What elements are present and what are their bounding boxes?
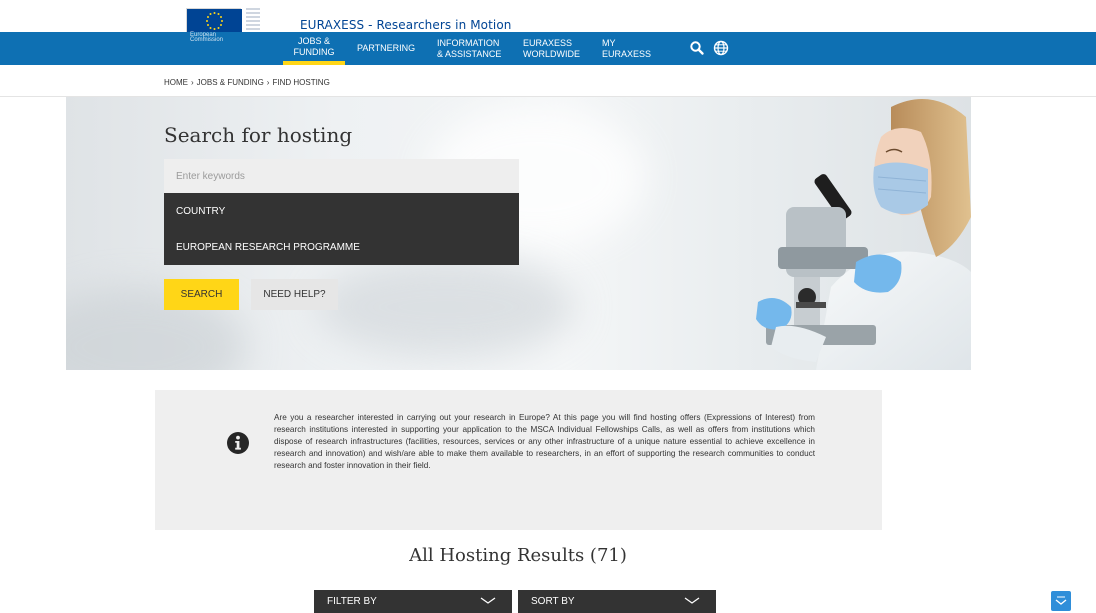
research-programme-select[interactable]: EUROPEAN RESEARCH PROGRAMME bbox=[164, 229, 519, 265]
logo-stripes bbox=[246, 8, 260, 32]
research-programme-select-label: EUROPEAN RESEARCH PROGRAMME bbox=[176, 241, 360, 253]
hero-bg-blob bbox=[316, 257, 576, 357]
breadcrumb: HOME › JOBS & FUNDING › FIND HOSTING bbox=[164, 78, 330, 87]
nav-item-partnering[interactable]: PARTNERING bbox=[357, 32, 427, 65]
nav-label: PARTNERING bbox=[357, 43, 416, 53]
scientist-microscope-image bbox=[666, 97, 971, 370]
breadcrumb-separator: › bbox=[191, 78, 194, 87]
sort-by-label: SORT BY bbox=[531, 596, 575, 607]
search-icon[interactable] bbox=[689, 40, 705, 56]
country-select-label: COUNTRY bbox=[176, 205, 226, 217]
country-select[interactable]: COUNTRY bbox=[164, 193, 519, 229]
nav-item-jobs-funding[interactable]: JOBS & FUNDING bbox=[283, 32, 345, 65]
filter-by-dropdown[interactable]: FILTER BY bbox=[314, 590, 512, 613]
info-icon bbox=[227, 432, 249, 454]
top-strip: EURAXESS - Researchers in Motion bbox=[0, 0, 1096, 33]
nav-label-line1: JOBS & bbox=[297, 35, 330, 46]
info-text: Are you a researcher interested in carry… bbox=[274, 413, 815, 470]
breadcrumb-separator: › bbox=[266, 78, 270, 87]
chevron-down-icon bbox=[480, 592, 496, 608]
european-commission-logo[interactable] bbox=[186, 8, 260, 33]
nav-label-line2: WORLDWIDE bbox=[523, 48, 580, 59]
nav-label-line2: EURAXESS bbox=[602, 48, 652, 59]
keywords-input[interactable] bbox=[164, 159, 519, 193]
globe-icon[interactable] bbox=[713, 40, 729, 56]
logo-caption-text: European Commission bbox=[190, 32, 224, 43]
nav-label-line2: FUNDING bbox=[293, 46, 335, 57]
filter-by-label: FILTER BY bbox=[327, 596, 377, 607]
main-navbar: European Commission JOBS & FUNDING PARTN… bbox=[0, 32, 1096, 65]
site-title[interactable]: EURAXESS - Researchers in Motion bbox=[300, 18, 511, 32]
nav-label-line1: INFORMATION bbox=[437, 37, 500, 48]
nav-label-line1: EURAXESS bbox=[523, 37, 573, 48]
breadcrumb-jobs-funding[interactable]: JOBS & FUNDING bbox=[197, 78, 264, 87]
results-title: All Hosting Results (71) bbox=[409, 545, 627, 566]
chat-widget-icon[interactable] bbox=[1051, 591, 1071, 611]
search-hero: Search for hosting COUNTRY EUROPEAN RESE… bbox=[66, 97, 971, 370]
nav-item-euraxess-worldwide[interactable]: EURAXESS WORLDWIDE bbox=[523, 32, 593, 65]
nav-label-line2: & ASSISTANCE bbox=[437, 48, 502, 59]
logo-caption: European Commission bbox=[186, 32, 241, 43]
chevron-down-icon bbox=[684, 592, 700, 608]
nav-item-information-assistance[interactable]: INFORMATION & ASSISTANCE bbox=[437, 32, 507, 65]
nav-label-line1: MY bbox=[602, 37, 616, 48]
info-box: Are you a researcher interested in carry… bbox=[155, 390, 882, 530]
nav-item-my-euraxess[interactable]: MY EURAXESS bbox=[602, 32, 662, 65]
search-button[interactable]: SEARCH bbox=[164, 279, 239, 310]
eu-flag-icon bbox=[186, 8, 242, 33]
sort-by-dropdown[interactable]: SORT BY bbox=[518, 590, 716, 613]
breadcrumb-current: FIND HOSTING bbox=[272, 78, 330, 87]
page-title: Search for hosting bbox=[164, 123, 353, 147]
breadcrumb-home[interactable]: HOME bbox=[164, 78, 188, 87]
need-help-button[interactable]: NEED HELP? bbox=[251, 279, 338, 310]
